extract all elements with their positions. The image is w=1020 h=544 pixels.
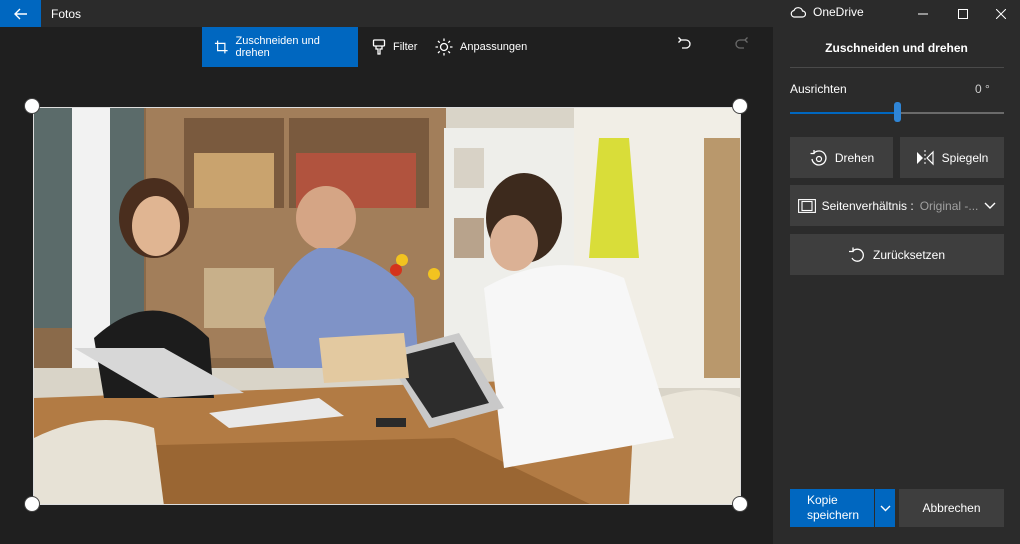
- flip-button[interactable]: Spiegeln: [900, 137, 1004, 178]
- app-title: Fotos: [51, 7, 82, 21]
- maximize-button[interactable]: [942, 0, 984, 27]
- title-bar: Fotos OneDrive: [0, 0, 1020, 27]
- straighten-label: Ausrichten: [790, 82, 847, 96]
- undo-icon: [678, 37, 691, 49]
- redo-button[interactable]: [734, 35, 750, 56]
- flip-icon: [916, 149, 934, 166]
- chevron-down-icon: [984, 202, 996, 209]
- aspect-ratio-value: Original -...: [919, 198, 979, 213]
- crop-icon: [214, 40, 228, 54]
- reset-label: Zurücksetzen: [872, 247, 946, 262]
- onedrive-label: OneDrive: [813, 5, 864, 19]
- save-options-button[interactable]: [875, 489, 895, 527]
- minimize-button[interactable]: [902, 0, 944, 27]
- rotate-icon: [810, 149, 827, 166]
- photo-preview[interactable]: [33, 107, 741, 505]
- photos-app-window: Fotos OneDrive Zuschneiden und drehen Fi…: [0, 0, 1020, 544]
- crop-handle-top-right[interactable]: [732, 98, 748, 114]
- close-button[interactable]: [980, 0, 1020, 27]
- close-icon: [996, 8, 1006, 19]
- tab-adjust-label: Anpassungen: [460, 41, 528, 53]
- minimize-icon: [918, 13, 928, 14]
- save-copy-label-line2: speichern: [807, 508, 860, 522]
- chevron-down-icon: [880, 505, 890, 511]
- tab-crop-rotate[interactable]: Zuschneiden und drehen: [202, 27, 358, 67]
- crop-handle-top-left[interactable]: [24, 98, 40, 114]
- undo-button[interactable]: [676, 35, 692, 56]
- redo-icon: [735, 37, 748, 49]
- edit-canvas: Zuschneiden und drehen Filter Anpassunge…: [0, 27, 773, 544]
- panel-title: Zuschneiden und drehen: [825, 41, 968, 55]
- rotate-button[interactable]: Drehen: [790, 137, 893, 178]
- crop-rotate-panel: Zuschneiden und drehen Ausrichten 0 ° Dr…: [773, 27, 1020, 544]
- tab-adjustments[interactable]: Anpassungen: [423, 27, 539, 67]
- rotate-label: Drehen: [834, 150, 875, 165]
- straighten-slider-thumb[interactable]: [893, 102, 901, 122]
- tab-filter-label: Filter: [393, 41, 418, 53]
- aspect-ratio-icon: [797, 198, 816, 213]
- aspect-ratio-dropdown[interactable]: Seitenverhältnis : Original -...: [790, 185, 1004, 226]
- meeting-photo-image: [34, 108, 740, 504]
- back-button[interactable]: [0, 0, 41, 27]
- arrow-left-icon: [13, 8, 27, 19]
- panel-divider: [790, 67, 1004, 68]
- sun-icon: [435, 38, 453, 56]
- save-copy-label-line1: Kopie: [807, 493, 838, 507]
- aspect-ratio-label: Seitenverhältnis :: [821, 198, 914, 213]
- crop-handle-bottom-left[interactable]: [24, 496, 40, 512]
- straighten-slider-fill: [790, 112, 897, 114]
- crop-handle-bottom-right[interactable]: [732, 496, 748, 512]
- reset-undo-icon: [848, 247, 864, 262]
- save-copy-button[interactable]: Kopie speichern: [790, 489, 874, 527]
- onedrive-status[interactable]: OneDrive: [790, 5, 864, 19]
- tab-filter[interactable]: Filter: [360, 27, 429, 67]
- flip-label: Spiegeln: [941, 150, 989, 165]
- straighten-value: 0 °: [975, 82, 990, 96]
- cancel-label: Abbrechen: [922, 501, 981, 515]
- filter-brush-icon: [372, 39, 386, 55]
- tab-crop-label: Zuschneiden und drehen: [235, 35, 320, 59]
- cloud-icon: [790, 6, 806, 18]
- maximize-icon: [958, 8, 968, 19]
- reset-button[interactable]: Zurücksetzen: [790, 234, 1004, 275]
- cancel-button[interactable]: Abbrechen: [899, 489, 1004, 527]
